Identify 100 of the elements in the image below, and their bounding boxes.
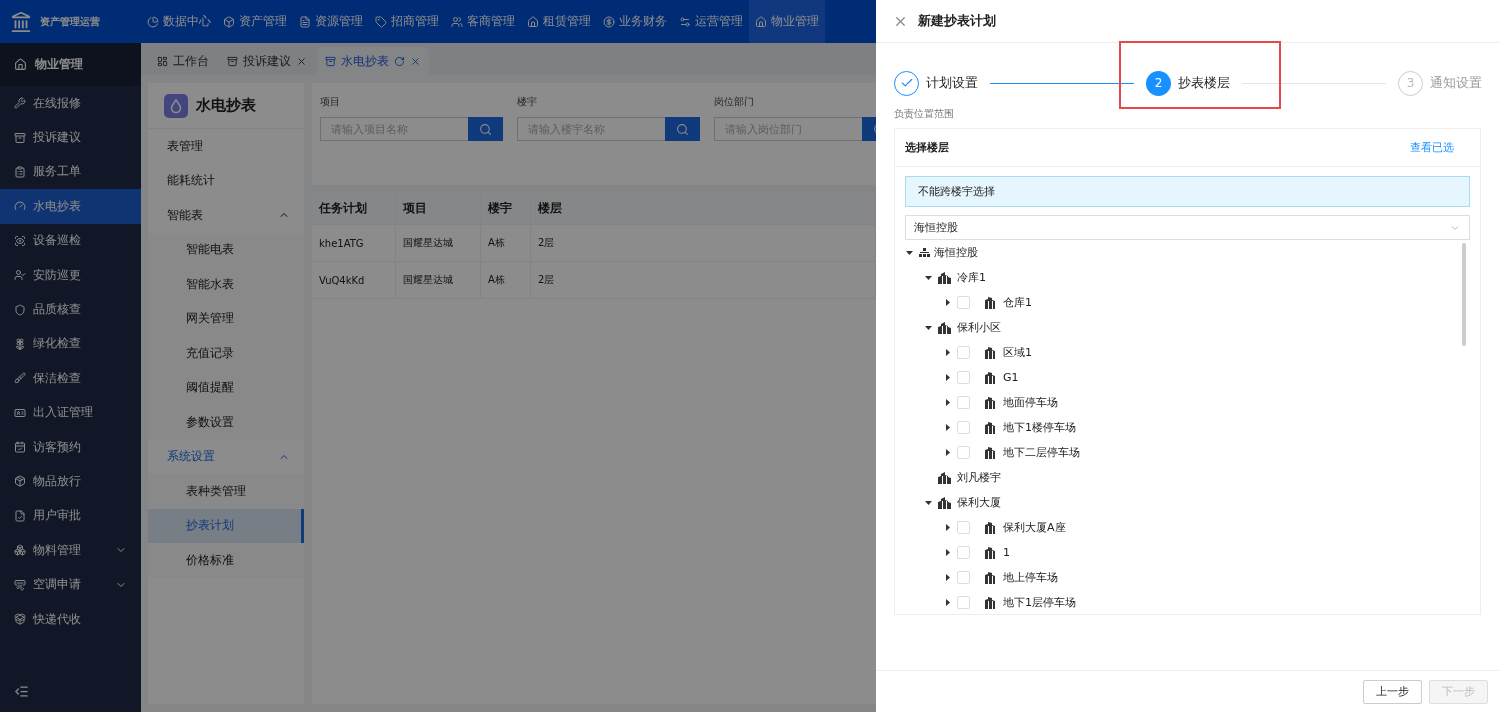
tree-item-label[interactable]: 区域1 (1003, 345, 1032, 360)
caret-icon[interactable] (943, 424, 951, 431)
checkbox[interactable] (957, 371, 970, 384)
checkbox[interactable] (957, 521, 970, 534)
org-chart-icon (919, 247, 930, 258)
sidebar-item[interactable]: 安防巡更 (0, 257, 141, 293)
tree-item-label[interactable]: 保利大厦A座 (1003, 520, 1066, 535)
sidebar-item[interactable]: 设备巡检 (0, 223, 141, 258)
close-icon[interactable] (410, 55, 421, 67)
collapse-icon[interactable] (14, 684, 29, 699)
building-icon (984, 396, 997, 409)
sidebar-item[interactable]: 保洁检查 (0, 361, 141, 396)
caret-icon[interactable] (943, 349, 951, 356)
close-icon[interactable] (296, 55, 307, 67)
tree-item-label[interactable]: 地上停车场 (1003, 570, 1058, 585)
package-icon (14, 613, 26, 626)
tree-item-label[interactable]: 地面停车场 (1003, 395, 1058, 410)
checkbox[interactable] (957, 446, 970, 459)
sidebar-item[interactable]: 空调申请 (0, 567, 141, 602)
nav-item[interactable]: 客商管理 (445, 0, 521, 43)
clipboard-icon (14, 165, 26, 178)
nav-item[interactable]: 业务财务 (597, 0, 673, 43)
tab[interactable]: 水电抄表 (317, 47, 429, 75)
table-cell: A栋 (481, 225, 531, 261)
table-cell: 国耀星达城 (396, 262, 481, 298)
building-icon (984, 596, 997, 609)
caret-icon[interactable] (924, 499, 932, 506)
tree-item-label[interactable]: 保利小区 (957, 320, 1001, 335)
sidebar-item[interactable]: 绿化检查 (0, 326, 141, 362)
tree-item-label[interactable]: 地下1层停车场 (1003, 595, 1076, 610)
sidebar-item[interactable]: 访客预约 (0, 429, 141, 465)
caret-icon[interactable] (924, 274, 932, 281)
nav-item[interactable]: 资源管理 (293, 0, 369, 43)
checkbox[interactable] (957, 296, 970, 309)
refresh-icon[interactable] (394, 55, 405, 67)
previous-button[interactable]: 上一步 (1363, 679, 1422, 704)
checkbox[interactable] (957, 396, 970, 409)
caret-icon[interactable] (924, 324, 932, 331)
checkbox[interactable] (957, 571, 970, 584)
view-selected-link[interactable]: 查看已选 (1410, 140, 1454, 155)
brush-icon (14, 372, 26, 385)
card-title: 选择楼层 (905, 140, 949, 155)
sidebar-item[interactable]: 物料管理 (0, 533, 141, 568)
nav-item[interactable]: 数据中心 (141, 0, 217, 43)
sliders-icon (679, 15, 691, 28)
caret-icon[interactable] (943, 599, 951, 606)
sidebar-item[interactable]: 在线报修 (0, 86, 141, 121)
tree-item-label[interactable]: 海恒控股 (934, 245, 978, 260)
package-icon (14, 475, 26, 488)
sidebar-item[interactable]: 快递代收 (0, 601, 141, 637)
tab[interactable]: 工作台 (149, 47, 217, 75)
sidebar-item[interactable]: 品质核查 (0, 292, 141, 327)
nav-item[interactable]: 招商管理 (369, 0, 445, 43)
tab[interactable]: 投诉建议 (219, 47, 315, 75)
search-button[interactable] (665, 117, 700, 141)
caret-icon[interactable] (943, 449, 951, 456)
sidebar-item[interactable]: 水电抄表 (0, 189, 141, 224)
checkbox[interactable] (957, 346, 970, 359)
caret-icon[interactable] (905, 249, 913, 256)
shield-icon (14, 303, 26, 316)
table-cell: khe1ATG (312, 225, 396, 261)
tree-item-label[interactable]: 地下1楼停车场 (1003, 420, 1076, 435)
caret-icon[interactable] (943, 524, 951, 531)
tree-item-label[interactable]: 保利大厦 (957, 495, 1001, 510)
tree-item-label[interactable]: 1 (1003, 546, 1010, 559)
step-indicator: 2 (1146, 70, 1171, 96)
tree-item-label[interactable]: 冷库1 (957, 270, 986, 285)
search-button[interactable] (468, 117, 503, 141)
caret-icon[interactable] (943, 299, 951, 306)
caret-icon[interactable] (943, 574, 951, 581)
boxes-icon (14, 544, 26, 557)
coin-icon (603, 15, 615, 28)
checkbox[interactable] (957, 546, 970, 559)
tree-item-label[interactable]: 地下二层停车场 (1003, 445, 1080, 460)
tree-item-label[interactable]: 刘凡楼宇 (957, 470, 1001, 485)
tree-item-label[interactable]: 仓库1 (1003, 295, 1032, 310)
nav-item[interactable]: 资产管理 (217, 0, 293, 43)
sidebar-item[interactable]: 用户审批 (0, 498, 141, 534)
checkbox[interactable] (957, 596, 970, 609)
table-cell: A栋 (481, 262, 531, 298)
field-label: 楼宇 (517, 95, 538, 109)
select-field[interactable]: 海恒控股 (905, 215, 1470, 240)
building-icon (984, 421, 997, 434)
sidebar-item[interactable]: 出入证管理 (0, 395, 141, 430)
caret-icon[interactable] (943, 549, 951, 556)
sidebar-item[interactable]: 服务工单 (0, 154, 141, 190)
caret-icon[interactable] (943, 399, 951, 406)
dashboard-icon (157, 55, 168, 67)
sidebar-item[interactable]: 投诉建议 (0, 120, 141, 155)
cube-icon (223, 15, 235, 28)
tree-item-label[interactable]: G1 (1003, 371, 1019, 384)
checkbox[interactable] (957, 421, 970, 434)
calendar-icon (14, 441, 26, 454)
sidebar-item[interactable]: 物品放行 (0, 464, 141, 499)
table-cell: VuQ4kKd (312, 262, 396, 298)
caret-icon[interactable] (943, 374, 951, 381)
nav-item[interactable]: 租赁管理 (521, 0, 597, 43)
scrollbar[interactable] (1462, 243, 1466, 346)
nav-item[interactable]: 物业管理 (749, 0, 825, 43)
nav-item[interactable]: 运营管理 (673, 0, 749, 43)
